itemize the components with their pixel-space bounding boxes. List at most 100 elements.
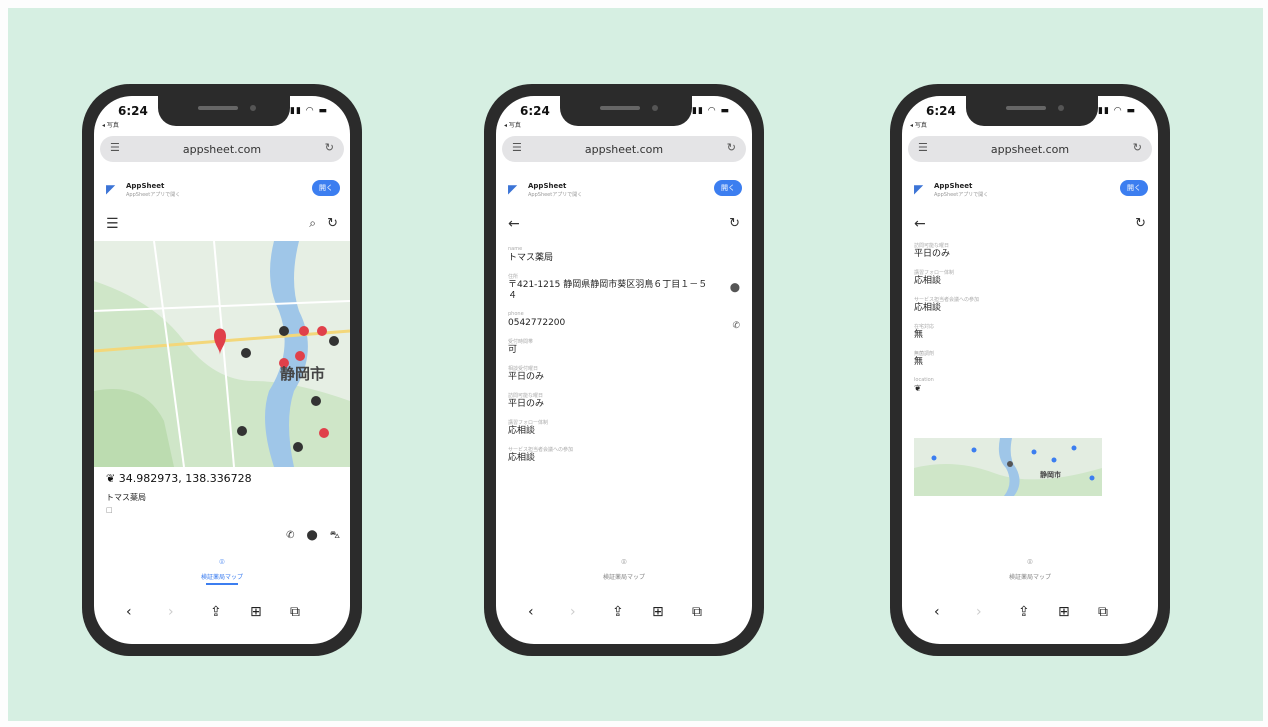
share-icon[interactable]: ⇪ <box>210 604 222 620</box>
address-bar[interactable]: ☰ appsheet.com ↻ <box>908 136 1152 162</box>
url-text: appsheet.com <box>182 143 262 156</box>
field-phone: phone 0542772200 ✆ <box>508 311 740 331</box>
bookmarks-icon[interactable]: ⊞ <box>1058 604 1070 620</box>
map-graphic <box>94 241 350 467</box>
map-city-label: 静岡市 <box>280 365 326 383</box>
map-tab-label[interactable]: 検証薬局マップ <box>94 572 350 581</box>
sync-icon[interactable]: ↻ <box>327 216 338 231</box>
browser-forward-icon[interactable]: › <box>976 604 982 620</box>
search-icon[interactable]: ⌕ <box>309 216 316 231</box>
field-label: name <box>508 246 523 252</box>
tabs-icon[interactable]: ⧉ <box>290 604 300 620</box>
field-value: 無 <box>914 357 924 367</box>
location-icon: ❦ <box>914 384 922 394</box>
back-to-app-link[interactable]: ◂ 写真 <box>102 120 119 129</box>
browser-back-icon[interactable]: ‹ <box>934 604 940 620</box>
app-banner: ◤ AppSheet AppSheetアプリで開く 開く <box>902 178 1158 202</box>
phone-1-screen: 6:24 ◂ 写真 ▮▮ ◠ ▬ ☰ appsheet.com ↻ ◤ AppS… <box>94 96 350 644</box>
field-value: 0542772200 <box>508 318 566 328</box>
pin-icon[interactable]: ⬤ <box>306 530 317 541</box>
browser-forward-icon[interactable]: › <box>168 604 174 620</box>
field-label: 講習フォロー体制 <box>508 420 549 426</box>
address-bar[interactable]: ☰ appsheet.com ↻ <box>100 136 344 162</box>
app-banner: ◤ AppSheet AppSheetアプリで開く 開く <box>496 178 752 202</box>
app-toolbar: ← ↻ <box>496 214 752 238</box>
bookmarks-icon[interactable]: ⊞ <box>652 604 664 620</box>
sync-icon[interactable]: ↻ <box>729 216 740 231</box>
share-icon[interactable]: ⇪ <box>612 604 624 620</box>
back-to-app-link[interactable]: ◂ 写真 <box>504 120 521 129</box>
detail-fields: name トマス薬局 住所 〒421-1215 静岡県静岡市葵区羽鳥６丁目１－５… <box>508 246 740 473</box>
field-reception: 受付時間帯 可 <box>508 338 740 356</box>
phone-icon[interactable]: ✆ <box>732 321 740 331</box>
tabs-icon[interactable]: ⧉ <box>1098 604 1108 620</box>
map-view[interactable]: 静岡市 <box>94 241 350 467</box>
share-icon[interactable]: ⇪ <box>1018 604 1030 620</box>
field-value: 応相談 <box>508 426 536 436</box>
field-value: 平日のみ <box>508 372 545 382</box>
status-time: 6:24 <box>520 104 550 118</box>
browser-toolbar: ‹ › ⇪ ⊞ ⧉ <box>94 602 350 632</box>
minimap-city-label: 静岡市 <box>1040 471 1061 479</box>
field-value: 可 <box>508 345 518 355</box>
tabs-icon[interactable]: ⧉ <box>692 604 702 620</box>
field-value: 応相談 <box>914 303 942 313</box>
notch <box>158 96 290 126</box>
notch <box>560 96 692 126</box>
browser-forward-icon[interactable]: › <box>570 604 576 620</box>
open-app-button[interactable]: 開く <box>1120 180 1148 196</box>
field-label: 受付時間帯 <box>508 339 534 345</box>
field-label: 在宅対応 <box>914 324 935 330</box>
bottom-tab-bar: ⌾ 検証薬局マップ <box>94 552 350 592</box>
app-sub: AppSheetアプリで開く <box>934 192 989 198</box>
detail-fields: 訪問可能な曜日 平日のみ 講習フォロー体制 応相談 サービス担当者会議への参加 … <box>914 242 1146 404</box>
browser-back-icon[interactable]: ‹ <box>528 604 534 620</box>
field-follow-up: 講習フォロー体制 応相談 <box>508 419 740 437</box>
status-time: 6:24 <box>926 104 956 118</box>
appsheet-logo-icon: ◤ <box>106 182 116 196</box>
app-banner: ◤ AppSheet AppSheetアプリで開く 開く <box>94 178 350 202</box>
back-arrow-icon[interactable]: ← <box>508 216 520 232</box>
field-label: サービス担当者会議への参加 <box>914 297 980 303</box>
map-tab-icon[interactable]: ⌾ <box>94 558 350 568</box>
phone-3-screen: 6:24 ◂ 写真 ▮▮ ◠ ▬ ☰ appsheet.com ↻ ◤ AppS… <box>902 96 1158 644</box>
map-pin-icon[interactable]: ⬤ <box>730 283 740 293</box>
filter-icon[interactable]: ☰ <box>106 216 119 232</box>
field-value: 応相談 <box>914 276 942 286</box>
map-tab-icon[interactable]: ⌾ <box>496 558 752 568</box>
place-name: トマス薬局 <box>106 493 146 502</box>
field-consult-days: 相談受付曜日 平日のみ <box>508 365 740 383</box>
sync-icon[interactable]: ↻ <box>1135 216 1146 231</box>
coords-value: 34.982973, 138.336728 <box>118 472 252 485</box>
notch <box>966 96 1098 126</box>
address-bar[interactable]: ☰ appsheet.com ↻ <box>502 136 746 162</box>
reload-icon[interactable]: ↻ <box>1133 141 1142 154</box>
field-label: 訪問可能な曜日 <box>508 393 544 399</box>
field-name: name トマス薬局 <box>508 246 740 264</box>
phone-icon[interactable]: ✆ <box>286 530 294 541</box>
field-value: 平日のみ <box>508 399 545 409</box>
map-tab-icon[interactable]: ⌾ <box>902 558 1158 568</box>
map-tab-label[interactable]: 検証薬局マップ <box>902 572 1158 581</box>
back-to-app-link[interactable]: ◂ 写真 <box>910 120 927 129</box>
reload-icon[interactable]: ↻ <box>727 141 736 154</box>
phone-3: 6:24 ◂ 写真 ▮▮ ◠ ▬ ☰ appsheet.com ↻ ◤ AppS… <box>890 84 1170 656</box>
field-label: サービス担当者会議への参加 <box>508 447 574 453</box>
open-app-button[interactable]: 開く <box>714 180 742 196</box>
car-icon[interactable]: ⛍ <box>330 530 340 541</box>
app-sub: AppSheetアプリで開く <box>126 192 181 198</box>
field-value: 無 <box>914 330 924 340</box>
browser-back-icon[interactable]: ‹ <box>126 604 132 620</box>
bookmarks-icon[interactable]: ⊞ <box>250 604 262 620</box>
minimap-graphic <box>914 438 1102 496</box>
map-tab-label[interactable]: 検証薬局マップ <box>496 572 752 581</box>
reload-icon[interactable]: ↻ <box>325 141 334 154</box>
location-minimap[interactable]: 静岡市 <box>914 438 1102 496</box>
tab-indicator <box>206 583 238 585</box>
back-arrow-icon[interactable]: ← <box>914 216 926 232</box>
open-app-button[interactable]: 開く <box>312 180 340 196</box>
row-actions: ✆ ⬤ ⛍ <box>274 530 340 543</box>
field-label: 訪問可能な曜日 <box>914 243 950 249</box>
app-name: AppSheet <box>528 182 567 190</box>
field-service-meeting: サービス担当者会議への参加 応相談 <box>914 296 1146 314</box>
